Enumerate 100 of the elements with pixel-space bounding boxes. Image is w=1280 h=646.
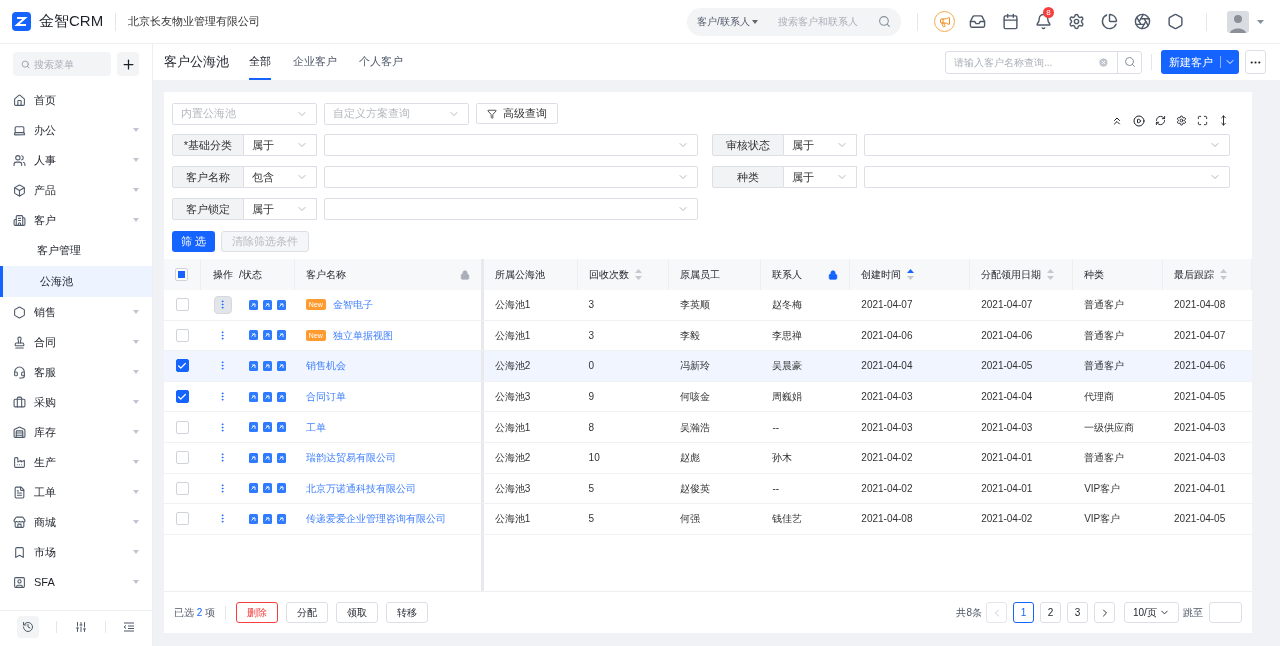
document-status-icon[interactable] (276, 330, 286, 341)
customer-link[interactable]: 销售机会 (305, 358, 346, 374)
document-status-icon[interactable] (276, 513, 286, 524)
refresh-icon[interactable] (1155, 115, 1166, 126)
inbox-icon[interactable] (969, 13, 986, 30)
document-status-icon[interactable] (248, 513, 258, 524)
document-status-icon[interactable] (248, 483, 258, 494)
menu-item[interactable]: 采购 (0, 387, 152, 417)
customer-search-field[interactable]: 请输入客户名称查询... (945, 50, 1142, 74)
settings-icon[interactable] (1068, 13, 1085, 30)
more-button[interactable] (1245, 50, 1266, 74)
action-button[interactable]: 转移 (386, 602, 429, 623)
table-row[interactable]: 工单 公海池1 8 吴瀚浩 -- 2021-04-03 2021-04-03 一级供应商 2021-04-03 (164, 412, 1252, 443)
history-button[interactable] (16, 615, 39, 638)
action-button[interactable]: 领取 (336, 602, 379, 623)
menu-item[interactable]: 市场 (0, 537, 152, 567)
add-button[interactable] (117, 52, 139, 76)
menu-item[interactable]: SFA (0, 567, 152, 597)
document-status-icon[interactable] (248, 422, 258, 433)
menu-item[interactable]: 首页 (0, 85, 152, 115)
page-jump-field[interactable] (1209, 602, 1242, 623)
action-button[interactable]: 分配 (286, 602, 329, 623)
document-status-icon[interactable] (276, 422, 286, 433)
menu-item[interactable]: 库存 (0, 417, 152, 447)
menu-item[interactable]: 工单 (0, 477, 152, 507)
document-status-icon[interactable] (248, 330, 258, 341)
menu-item[interactable]: 商城 (0, 507, 152, 537)
submenu-item[interactable]: 客户管理 (0, 235, 152, 266)
customer-link[interactable]: 金智电子 (332, 297, 373, 313)
avatar[interactable] (1227, 10, 1249, 33)
menu-item[interactable]: 客户 (0, 205, 152, 235)
document-status-icon[interactable] (276, 391, 286, 402)
calendar-icon[interactable] (1002, 13, 1019, 30)
submenu-item[interactable]: 公海池 (0, 266, 152, 297)
play-icon[interactable] (1133, 114, 1145, 127)
row-height-icon[interactable] (1218, 115, 1229, 126)
page-button[interactable]: 2 (1040, 602, 1061, 623)
next-page-button[interactable] (1094, 602, 1115, 623)
operator-select[interactable]: 属于 (244, 134, 317, 156)
table-row[interactable]: 销售机会 公海池2 0 冯新玲 吴晨豪 2021-04-04 2021-04-05 普通客户 2021-04-06 (164, 351, 1252, 382)
document-status-icon[interactable] (262, 483, 272, 494)
customer-link[interactable]: 工单 (305, 419, 326, 435)
menu-item[interactable]: 客服 (0, 357, 152, 387)
customer-link[interactable]: 独立单据视图 (332, 327, 393, 343)
tab[interactable]: 全部 (249, 44, 271, 80)
customer-link[interactable]: 传递爱爱企业管理咨询有限公司 (305, 511, 446, 527)
document-status-icon[interactable] (248, 452, 258, 463)
lock-icon[interactable] (828, 269, 839, 280)
checkbox[interactable] (175, 359, 189, 373)
page-size-select[interactable]: 10/页 (1124, 602, 1179, 623)
table-row[interactable]: 北京万诺通科技有限公司 公海池3 5 赵俊英 -- 2021-04-02 2021-04-01 VIP客户 2021-04-01 (164, 473, 1252, 505)
document-status-icon[interactable] (262, 361, 272, 371)
new-customer-button[interactable]: 新建客户 (1161, 50, 1239, 74)
customer-link[interactable]: 合同订单 (305, 389, 346, 405)
sliders-icon[interactable] (75, 620, 87, 633)
menu-search-field[interactable]: 搜索菜单 (13, 52, 112, 76)
operator-select[interactable]: 属于 (784, 166, 857, 188)
settings-icon[interactable] (1176, 115, 1187, 126)
notification-icon[interactable] (1035, 13, 1052, 30)
lock-icon[interactable] (459, 269, 470, 280)
document-status-icon[interactable] (262, 330, 272, 341)
menu-item[interactable]: 合同 (0, 327, 152, 357)
menu-item[interactable]: 生产 (0, 447, 152, 477)
collapse-menu-icon[interactable] (123, 621, 136, 632)
menu-item[interactable]: 销售 (0, 297, 152, 327)
operator-select[interactable]: 属于 (784, 134, 857, 156)
table-row[interactable]: 传递爱爱企业管理咨询有限公司 公海池1 5 何强 钱佳艺 2021-04-08 2021-04-02 VIP客户 2021-04-05 (164, 504, 1252, 535)
search-input[interactable]: 搜索客户和联系人 (777, 14, 878, 29)
page-button[interactable]: 1 (1013, 602, 1034, 623)
sort-icon[interactable] (907, 269, 915, 280)
tab[interactable]: 个人客户 (359, 44, 403, 80)
document-status-icon[interactable] (262, 391, 272, 402)
document-status-icon[interactable] (276, 483, 286, 494)
tab[interactable]: 企业客户 (293, 44, 337, 80)
scope-select[interactable]: 客户/联系人 (697, 14, 758, 29)
page-button[interactable]: 3 (1067, 602, 1088, 623)
hexagon-icon[interactable] (1167, 13, 1184, 30)
global-search[interactable]: 客户/联系人 搜索客户和联系人 (687, 7, 901, 36)
customer-link[interactable]: 北京万诺通科技有限公司 (305, 480, 416, 496)
document-status-icon[interactable] (276, 361, 286, 371)
aperture-icon[interactable] (1134, 13, 1151, 30)
menu-item[interactable]: 人事 (0, 145, 152, 175)
search-icon[interactable] (878, 15, 891, 28)
document-status-icon[interactable] (262, 452, 272, 463)
document-status-icon[interactable] (248, 391, 258, 402)
pie-chart-icon[interactable] (1101, 13, 1118, 30)
fullscreen-icon[interactable] (1197, 115, 1208, 126)
document-status-icon[interactable] (262, 422, 272, 433)
document-status-icon[interactable] (276, 299, 286, 310)
search-input[interactable]: 请输入客户名称查询... (946, 54, 1098, 70)
document-status-icon[interactable] (262, 513, 272, 524)
table-row[interactable]: 瑞韵达贸易有限公司 公海池2 10 赵彪 孙木 2021-04-02 2021-04-01 普通客户 2021-04-03 (164, 442, 1252, 474)
advanced-query-button[interactable]: 高级查询 (476, 103, 558, 124)
operator-select[interactable]: 属于 (244, 198, 317, 220)
document-status-icon[interactable] (262, 299, 272, 310)
action-button[interactable]: 删除 (236, 602, 279, 623)
document-status-icon[interactable] (276, 452, 286, 463)
document-status-icon[interactable] (248, 361, 258, 371)
table-row[interactable]: 合同订单 公海池3 9 何咳金 周巍娟 2021-04-03 2021-04-04 代理商 2021-04-05 (164, 381, 1252, 413)
checkbox[interactable] (175, 390, 189, 404)
